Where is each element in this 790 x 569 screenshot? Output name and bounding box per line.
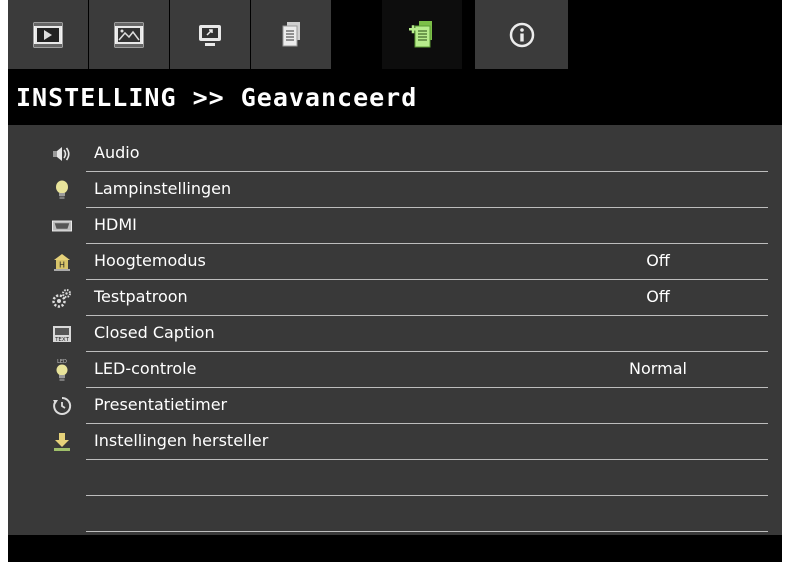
menu-item-label: LED-controle	[94, 359, 197, 378]
lamp-icon	[52, 180, 72, 200]
menu-item-factory-reset[interactable]: Instellingen hersteller	[8, 424, 782, 460]
tab-bar	[8, 0, 782, 69]
menu-item-presentation-timer[interactable]: Presentatietimer	[8, 388, 782, 424]
menu-item-label: Instellingen hersteller	[94, 431, 269, 450]
video-play-icon	[33, 22, 63, 47]
menu-item-label: HDMI	[94, 215, 137, 234]
menu-item-label: Testpatroon	[94, 287, 188, 306]
svg-text:LED: LED	[57, 359, 67, 365]
menu-item-empty	[8, 460, 782, 496]
menu-item-high-altitude[interactable]: H Hoogtemodus Off	[8, 244, 782, 280]
tab-display[interactable]	[170, 0, 250, 69]
menu-item-value: Normal	[629, 359, 687, 378]
menu-item-label: Audio	[94, 143, 140, 162]
menu-item-label: Presentatietimer	[94, 395, 228, 414]
image-settings-icon	[114, 22, 144, 47]
title-bar: INSTELLING >> Geavanceerd	[8, 69, 782, 125]
caption-icon: TEXT	[52, 324, 72, 344]
svg-text:TEXT: TEXT	[54, 337, 70, 343]
reset-icon	[52, 432, 72, 452]
menu-item-closed-caption[interactable]: TEXT Closed Caption	[8, 316, 782, 352]
tab-advanced-setup[interactable]	[382, 0, 462, 69]
menu-item-value: Off	[646, 287, 670, 306]
menu-item-lamp-settings[interactable]: Lampinstellingen	[8, 172, 782, 208]
menu-item-value: Off	[646, 251, 670, 270]
altitude-icon: H	[52, 252, 72, 272]
menu-item-test-pattern[interactable]: Testpatroon Off	[8, 280, 782, 316]
tab-video[interactable]	[8, 0, 88, 69]
tab-image[interactable]	[89, 0, 169, 69]
divider	[86, 531, 768, 532]
advanced-setup-icon	[409, 20, 432, 47]
svg-text:H: H	[59, 261, 65, 270]
document-setup-icon	[282, 21, 300, 46]
menu-item-empty	[8, 496, 782, 532]
menu-item-label: Lampinstellingen	[94, 179, 232, 198]
tab-setup[interactable]	[251, 0, 331, 69]
settings-menu: Audio Lampinstellingen HDMI H Hoogtemodu…	[8, 125, 782, 535]
page-title: INSTELLING >> Geavanceerd	[16, 82, 418, 112]
display-icon	[199, 24, 221, 46]
speaker-icon	[52, 144, 72, 164]
bottom-bar	[8, 535, 782, 562]
osd-menu: INSTELLING >> Geavanceerd Audio Lampinst…	[8, 0, 782, 562]
led-icon: LED	[52, 359, 72, 381]
timer-icon	[52, 396, 72, 416]
gears-icon	[52, 288, 72, 308]
hdmi-icon	[52, 216, 72, 236]
menu-item-label: Hoogtemodus	[94, 251, 206, 270]
menu-item-label: Closed Caption	[94, 323, 215, 342]
menu-item-led-control[interactable]: LED LED-controle Normal	[8, 352, 782, 388]
menu-item-audio[interactable]: Audio	[8, 136, 782, 172]
info-icon	[509, 22, 534, 47]
menu-item-hdmi[interactable]: HDMI	[8, 208, 782, 244]
tab-info[interactable]	[475, 0, 568, 69]
